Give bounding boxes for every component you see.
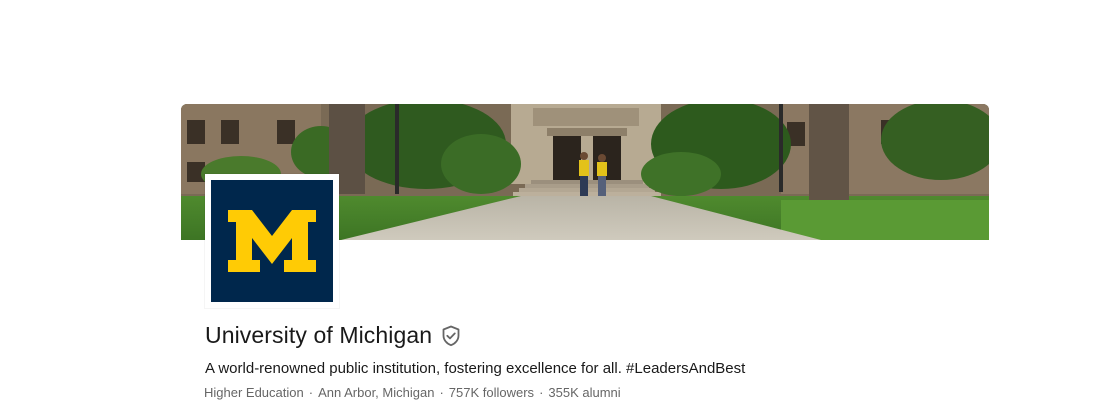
location-label: Ann Arbor, Michigan bbox=[318, 385, 435, 400]
company-header-card: University of Michigan A world-renowned … bbox=[181, 104, 989, 409]
shield-check-icon[interactable] bbox=[441, 325, 461, 347]
alumni-link[interactable]: 355K alumni bbox=[548, 385, 620, 400]
separator: · bbox=[308, 385, 314, 400]
company-tagline: A world-renowned public institution, fos… bbox=[205, 360, 746, 377]
company-meta: Higher Education · Ann Arbor, Michigan · 757… bbox=[204, 385, 621, 400]
separator: · bbox=[439, 385, 444, 400]
block-m-icon bbox=[228, 210, 316, 272]
followers-count: 757K followers bbox=[448, 385, 535, 400]
block-m-logo bbox=[211, 180, 333, 302]
company-name: University of Michigan bbox=[205, 322, 433, 348]
company-logo[interactable] bbox=[205, 174, 339, 308]
separator: · bbox=[539, 385, 544, 400]
company-name-row: University of Michigan bbox=[205, 322, 461, 349]
industry-label: Higher Education bbox=[204, 385, 304, 400]
verified-badge-icon bbox=[442, 325, 460, 346]
